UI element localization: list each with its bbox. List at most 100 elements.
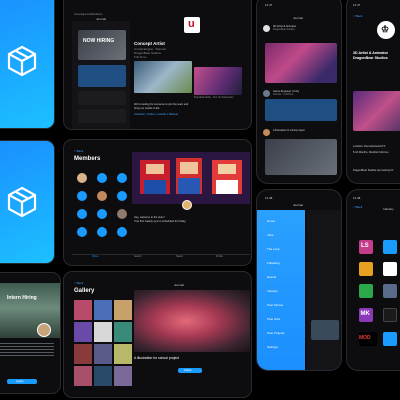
content-preview bbox=[307, 210, 341, 370]
tile-label: MK bbox=[360, 311, 370, 317]
post-sub: Remote · Full-Time bbox=[273, 93, 294, 96]
members-avatars bbox=[77, 173, 127, 237]
image-caption: Illustration Belle - R.A. Ilm Dimension bbox=[194, 96, 234, 99]
section-title: Members bbox=[74, 156, 101, 162]
text-lines bbox=[0, 343, 54, 357]
status-bar-text: Unconfigured Mainframe bbox=[74, 13, 103, 16]
sidebar-post-card[interactable] bbox=[78, 91, 126, 105]
post-image[interactable] bbox=[265, 43, 337, 83]
back-button[interactable]: < Back bbox=[353, 205, 362, 210]
post-image[interactable] bbox=[134, 61, 192, 93]
industry-tile[interactable] bbox=[383, 284, 397, 298]
menu-item-jobs[interactable]: Jobs bbox=[267, 233, 273, 238]
industry-tile[interactable] bbox=[359, 262, 373, 276]
tab-search[interactable]: Search bbox=[134, 255, 142, 259]
job-info: 5-10 Months, Flexible Full-time bbox=[353, 151, 389, 154]
menu-item-the-loop[interactable]: The Loop bbox=[267, 247, 280, 252]
tile-label: LS bbox=[361, 243, 369, 249]
nav-title: Industry bbox=[383, 207, 394, 211]
nav-title: Journal bbox=[293, 203, 303, 207]
apply-label: Apply bbox=[16, 378, 24, 383]
gallery-tablet: < Back Journal Gallery A illustration fo… bbox=[63, 271, 252, 398]
avatar bbox=[37, 323, 51, 337]
industry-tile[interactable] bbox=[383, 308, 397, 322]
post-links[interactable]: Artstation | Twitter | LinkedIn | Websit… bbox=[134, 113, 178, 116]
job-info: Location: Remote/Austin/TX bbox=[353, 145, 386, 148]
post-avatar bbox=[263, 25, 270, 32]
post-avatar bbox=[263, 129, 270, 136]
avatar bbox=[182, 200, 192, 210]
back-button[interactable]: < Back bbox=[74, 149, 83, 154]
gallery-grid[interactable] bbox=[74, 300, 132, 388]
box-logo-icon bbox=[7, 186, 36, 218]
blue-splash-tablet-mid bbox=[0, 140, 55, 264]
industry-tile-mod[interactable]: MOD bbox=[359, 332, 377, 346]
post-sub: DragonBear Studios bbox=[273, 28, 295, 31]
industry-tile[interactable] bbox=[383, 262, 397, 276]
section-title: Gallery bbox=[74, 288, 95, 294]
status-time: 11:47 bbox=[353, 3, 361, 7]
back-button[interactable]: < Back bbox=[74, 281, 83, 286]
hiring-banner[interactable]: NOW HIRING bbox=[78, 30, 126, 60]
blue-splash-tablet-top bbox=[0, 0, 55, 129]
pixel-art-image bbox=[132, 152, 250, 204]
industry-tile[interactable] bbox=[383, 240, 397, 254]
journal-tablet-top: Unconfigured Mainframe Journal NOW HIRIN… bbox=[63, 0, 252, 130]
post-meta: Full-Time bbox=[134, 55, 147, 59]
message-line: Your first weekly sync is scheduled for … bbox=[134, 220, 187, 223]
status-time: 11:48 bbox=[265, 196, 273, 200]
box-logo-icon bbox=[7, 45, 36, 76]
industry-tile[interactable] bbox=[383, 332, 397, 346]
post-body: bring our worlds to life. bbox=[134, 107, 161, 110]
post-image[interactable] bbox=[265, 99, 337, 121]
intern-hiring-tablet: Intern Hiring Apply bbox=[0, 272, 61, 394]
preview-image bbox=[311, 320, 339, 340]
menu-item-post-stories[interactable]: Post Stories bbox=[267, 303, 283, 308]
status-time: 11:48 bbox=[353, 196, 361, 200]
industry-phone: 11:48 < Back Industry LS MK MOD bbox=[346, 189, 400, 371]
members-tablet: < Back Members Hey, welcome to the team!… bbox=[63, 139, 252, 266]
back-button[interactable]: < Back bbox=[353, 14, 362, 19]
hiring-banner-label: NOW HIRING bbox=[83, 38, 115, 44]
menu-item-events[interactable]: Events bbox=[267, 275, 276, 280]
message-line: Hey, welcome to the team! bbox=[134, 216, 165, 219]
post-image[interactable] bbox=[265, 139, 337, 175]
unreal-logo-icon: u bbox=[184, 17, 200, 33]
menu-phone: 11:48 Journal Home Jobs The Loop Followi… bbox=[256, 189, 342, 371]
menu-item-following[interactable]: Following bbox=[267, 261, 280, 266]
tile-label: MOD bbox=[359, 335, 371, 341]
post-avatar bbox=[263, 90, 270, 97]
apply-button[interactable]: Apply bbox=[7, 379, 37, 384]
pixel-art-banner[interactable] bbox=[132, 152, 250, 204]
menu-item-post-projects[interactable]: Post Projects bbox=[267, 331, 285, 336]
industry-tile-mk[interactable]: MK bbox=[359, 308, 373, 322]
tab-saved[interactable]: Saved bbox=[176, 255, 183, 259]
side-menu bbox=[257, 210, 305, 370]
post-image[interactable] bbox=[194, 67, 242, 95]
members-grid bbox=[74, 170, 130, 250]
sidebar-post-card[interactable] bbox=[78, 65, 126, 87]
tab-profile[interactable]: Profile bbox=[216, 255, 223, 259]
industry-tile[interactable] bbox=[359, 284, 373, 298]
post-title: Concept Artist bbox=[134, 41, 165, 46]
sidebar-post-card[interactable] bbox=[78, 109, 126, 123]
menu-item-home[interactable]: Home bbox=[267, 219, 275, 224]
post-author: A illustration for school project bbox=[273, 129, 305, 132]
page-title: Intern Hiring bbox=[7, 295, 37, 301]
menu-item-post-jobs[interactable]: Post Jobs bbox=[267, 317, 280, 322]
status-time: 11:47 bbox=[265, 3, 273, 7]
forest-hero-image bbox=[0, 283, 60, 338]
follow-label: Follow bbox=[184, 368, 192, 372]
tab-bar bbox=[72, 254, 250, 264]
follow-button[interactable]: Follow bbox=[178, 368, 202, 373]
tab-home[interactable]: Home bbox=[92, 255, 98, 259]
industry-tile-ls[interactable]: LS bbox=[359, 240, 373, 254]
featured-artwork[interactable] bbox=[134, 290, 250, 352]
job-detail-phone: 11:47 < Back ♔ 3D Artist & Animator Drag… bbox=[346, 0, 400, 184]
studio-logo: ♔ bbox=[377, 21, 395, 39]
job-image[interactable] bbox=[353, 91, 400, 131]
menu-item-industry[interactable]: Industry bbox=[267, 289, 278, 294]
job-company: DragonBear Studios bbox=[353, 56, 388, 60]
nav-title: Journal bbox=[174, 283, 184, 287]
menu-item-settings[interactable]: Settings bbox=[267, 345, 278, 350]
